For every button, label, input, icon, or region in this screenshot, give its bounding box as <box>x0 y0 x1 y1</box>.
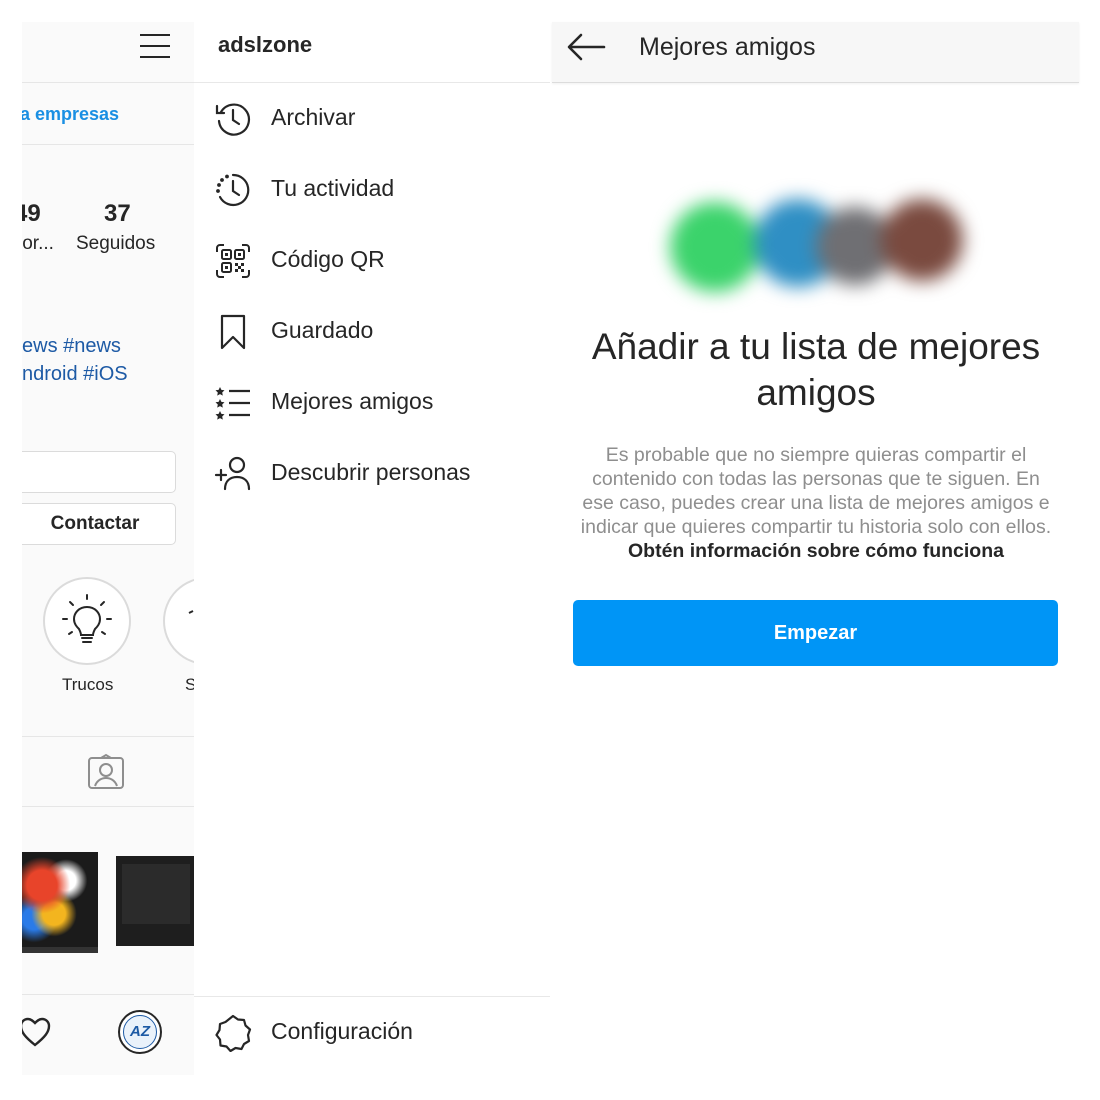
menu-item-label: Código QR <box>271 246 385 272</box>
bio-hashtags-line[interactable]: ndroid #iOS <box>22 363 128 386</box>
activity-clock-icon <box>216 173 250 207</box>
archive-clock-icon <box>215 103 250 136</box>
menu-item-label: Configuración <box>271 1018 413 1044</box>
menu-item-label: Descubrir personas <box>271 459 471 485</box>
post-thumbnail[interactable] <box>116 856 194 946</box>
add-person-icon <box>214 456 251 491</box>
profile-panel: a empresas 49 lor... 37 Seguidos ews #ne… <box>22 22 194 1075</box>
get-started-button[interactable]: Empezar <box>573 600 1058 666</box>
heart-icon[interactable] <box>22 1016 52 1048</box>
close-friends-description: Es probable que no siempre quieras compa… <box>574 443 1058 563</box>
followers-count[interactable]: 49 <box>22 200 41 228</box>
menu-item-guardado[interactable]: Guardado <box>194 301 550 361</box>
menu-item-mejores-amigos[interactable]: Mejores amigos <box>194 372 550 432</box>
divider <box>22 82 194 83</box>
divider <box>22 994 194 995</box>
close-friends-screen: Mejores amigos Añadir a tu lista de mejo… <box>552 22 1079 1075</box>
menu-item-archivar[interactable]: Archivar <box>194 88 550 148</box>
learn-more-link[interactable]: Obtén información sobre cómo funciona <box>628 540 1004 562</box>
contact-button[interactable]: Contactar <box>22 503 176 545</box>
avatar-logo-text: AZ <box>123 1015 157 1049</box>
page-title: Mejores amigos <box>639 33 816 61</box>
post-thumbnail[interactable] <box>22 852 98 953</box>
following-count[interactable]: 37 <box>104 200 131 228</box>
following-label[interactable]: Seguidos <box>76 233 155 255</box>
hamburger-menu-icon[interactable] <box>140 34 170 58</box>
menu-item-codigo-qr[interactable]: Código QR <box>194 230 550 290</box>
highlight-icon <box>188 610 194 614</box>
divider <box>22 736 194 737</box>
settings-gear-icon <box>215 1014 252 1052</box>
top-bar: Mejores amigos <box>552 22 1079 83</box>
menu-item-label: Mejores amigos <box>271 388 434 414</box>
menu-item-label: Guardado <box>271 317 374 343</box>
edit-profile-button[interactable] <box>22 451 176 493</box>
business-tools-link[interactable]: a empresas <box>22 104 119 125</box>
menu-item-configuracion[interactable]: Configuración <box>194 1002 550 1062</box>
menu-item-actividad[interactable]: Tu actividad <box>194 159 550 219</box>
highlight-label[interactable]: Trucos <box>62 675 113 695</box>
menu-username: adslzone <box>218 32 313 57</box>
highlight-second[interactable] <box>163 577 194 665</box>
friends-avatars-illustration <box>656 177 976 312</box>
divider <box>22 806 194 807</box>
highlight-label[interactable]: S <box>185 675 194 695</box>
profile-avatar[interactable]: AZ <box>118 1010 162 1054</box>
tagged-posts-icon[interactable] <box>87 753 125 791</box>
close-friends-list-icon <box>215 387 250 420</box>
menu-item-label: Tu actividad <box>271 175 395 201</box>
bookmark-icon <box>220 314 246 350</box>
qr-code-icon <box>216 244 250 278</box>
divider <box>22 144 194 145</box>
bio-hashtags-line[interactable]: ews #news <box>22 335 121 358</box>
highlight-trucos[interactable] <box>43 577 131 665</box>
side-menu-drawer: adslzone Archivar Tu actividad Código QR… <box>194 22 550 1075</box>
menu-item-descubrir-personas[interactable]: Descubrir personas <box>194 443 550 503</box>
menu-item-label: Archivar <box>271 104 356 130</box>
close-friends-heading: Añadir a tu lista de mejores amigos <box>591 326 1041 413</box>
description-text: Es probable que no siempre quieras compa… <box>580 444 1052 538</box>
divider <box>194 996 550 997</box>
divider <box>194 82 550 83</box>
back-arrow-icon[interactable] <box>566 32 606 62</box>
lightbulb-icon <box>62 594 112 643</box>
followers-label[interactable]: lor... <box>22 233 54 255</box>
